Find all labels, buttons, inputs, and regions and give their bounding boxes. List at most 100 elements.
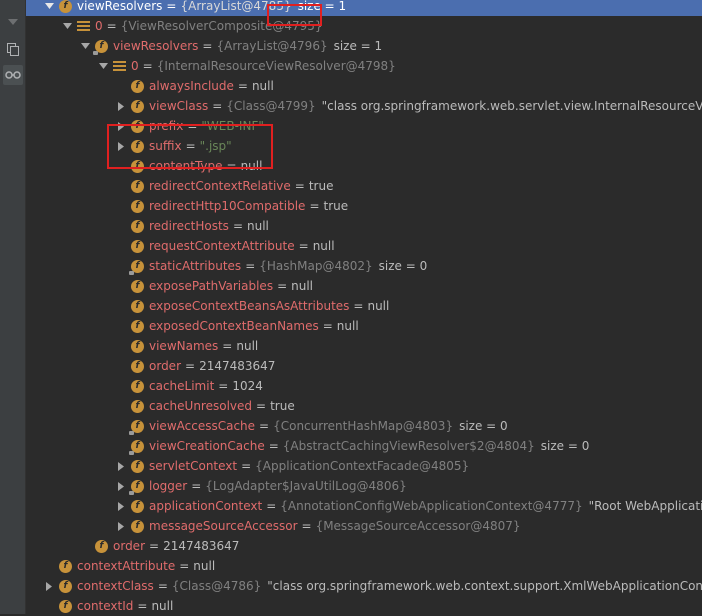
field-name: alwaysInclude [149,79,234,93]
field-value: true [308,179,334,193]
equals-sign: = [187,119,198,133]
equals-sign: = [322,319,333,333]
equals-sign: = [241,459,252,473]
object-reference: {AnnotationConfigWebApplicationContext@4… [280,499,583,513]
field-name: staticAttributes [149,259,242,273]
field-value: null [251,79,274,93]
field-icon: f [131,319,144,333]
tree-row[interactable]: f contextClass = {Class@4786} "class org.spr… [26,576,702,596]
tree-row[interactable]: f contentType = null [26,156,702,176]
string-value: "WEB-INF" [201,119,264,133]
field-icon: f [131,339,144,353]
collection-size: size = 0 [378,259,428,273]
private-field-icon: f [129,419,144,435]
field-icon: f [131,199,144,213]
tree-row[interactable]: f viewNames = null [26,336,702,356]
field-name: viewClass [149,99,209,113]
tree-row[interactable]: f redirectHttp10Compatible = true [26,196,702,216]
tree-row[interactable]: f redirectContextRelative = true [26,176,702,196]
field-icon: f [131,279,144,293]
field-value: true [270,399,295,413]
equals-sign: = [142,59,153,73]
expanded-arrow-icon[interactable] [98,56,108,76]
field-name: prefix [149,119,184,133]
collection-size: size = 1 [297,0,347,13]
equals-sign: = [222,339,233,353]
tree-row[interactable]: f exposeContextBeansAsAttributes = null [26,296,702,316]
object-reference: {InternalResourceViewResolver@4798} [156,59,396,73]
glasses-watches-icon[interactable] [3,65,23,85]
field-name: redirectHosts [149,219,229,233]
tree-row[interactable]: f exposedContextBeanNames = null [26,316,702,336]
equals-sign: = [179,559,190,573]
tree-row[interactable]: f contextAttribute = null [26,556,702,576]
expanded-arrow-icon[interactable] [62,16,72,36]
tree-row[interactable]: f order = 2147483647 [26,356,702,376]
field-name: redirectHttp10Compatible [149,199,306,213]
collapsed-arrow-icon[interactable] [116,476,126,496]
tree-row[interactable]: f applicationContext = {AnnotationConfigWeb… [26,496,702,516]
equals-sign: = [212,99,223,113]
field-name: order [149,359,181,373]
field-value: null [193,559,216,573]
copy-icon[interactable] [3,39,23,59]
field-name: contextClass [77,579,154,593]
object-reference: {HashMap@4802} [259,259,373,273]
field-icon: f [131,99,144,113]
tree-row[interactable]: f viewAccessCache = {ConcurrentHashMap@4803… [26,416,702,436]
field-value: 2147483647 [199,359,276,373]
tree-row[interactable]: f staticAttributes = {HashMap@4802} size = 0 [26,256,702,276]
tree-row[interactable]: f requestContextAttribute = null [26,236,702,256]
tree-row[interactable]: 0 = {ViewResolverComposite@4795} [26,16,702,36]
tree-row[interactable]: f servletContext = {ApplicationContextFacad… [26,456,702,476]
collapsed-arrow-icon[interactable] [116,96,126,116]
collapsed-arrow-icon[interactable] [44,576,54,596]
field-value: 2147483647 [163,539,240,553]
field-icon: f [131,119,144,133]
tree-row[interactable]: f alwaysInclude = null [26,76,702,96]
field-name: 0 [95,19,103,33]
field-name: messageSourceAccessor [149,519,298,533]
collapsed-arrow-icon[interactable] [116,516,126,536]
field-icon: f [131,499,144,513]
tree-row[interactable]: f viewResolvers = {ArrayList@4785} size = 1 [26,0,702,16]
tree-row[interactable]: 0 = {InternalResourceViewResolver@4798} [26,56,702,76]
field-name: applicationContext [149,499,263,513]
field-name: 0 [131,59,139,73]
expanded-arrow-icon[interactable] [44,0,54,16]
object-reference: {ArrayList@4796} [216,39,328,53]
equals-sign: = [185,359,196,373]
collapsed-arrow-icon[interactable] [116,456,126,476]
tree-row[interactable]: f exposePathVariables = null [26,276,702,296]
field-name: viewCreationCache [149,439,265,453]
private-field-icon: f [129,479,144,495]
field-name: viewNames [149,339,219,353]
field-icon: f [131,399,144,413]
tree-row[interactable]: f order = 2147483647 [26,536,702,556]
collapsed-arrow-icon[interactable] [116,496,126,516]
equals-sign: = [277,279,288,293]
tree-row[interactable]: f logger = {LogAdapter$JavaUtilLog@4806} [26,476,702,496]
expanded-arrow-icon[interactable] [80,36,90,56]
tree-row[interactable]: f viewResolvers = {ArrayList@4796} size = 1 [26,36,702,56]
collapsed-arrow-icon[interactable] [116,116,126,136]
tree-row[interactable]: f prefix = "WEB-INF" [26,116,702,136]
tree-row[interactable]: f cacheUnresolved = true [26,396,702,416]
tree-row[interactable]: f viewCreationCache = {AbstractCachingViewR… [26,436,702,456]
object-reference: {Class@4799} [226,99,316,113]
object-reference: {ViewResolverComposite@4795} [120,19,323,33]
scroll-down-icon[interactable] [3,12,23,32]
tree-row[interactable]: f cacheLimit = 1024 [26,376,702,396]
collapsed-arrow-icon[interactable] [116,136,126,156]
tree-row[interactable]: f suffix = ".jsp" [26,136,702,156]
field-name: redirectContextRelative [149,179,291,193]
tree-row[interactable]: f messageSourceAccessor = {MessageSourceAcc… [26,516,702,536]
equals-sign: = [232,219,243,233]
field-icon: f [59,599,72,613]
field-icon: f [59,0,72,13]
field-icon: f [131,139,144,153]
field-icon: f [131,519,144,533]
tree-row[interactable]: f viewClass = {Class@4799} "class org.spring… [26,96,702,116]
tree-row[interactable]: f redirectHosts = null [26,216,702,236]
tree-row[interactable]: f contextId = null [26,596,702,616]
